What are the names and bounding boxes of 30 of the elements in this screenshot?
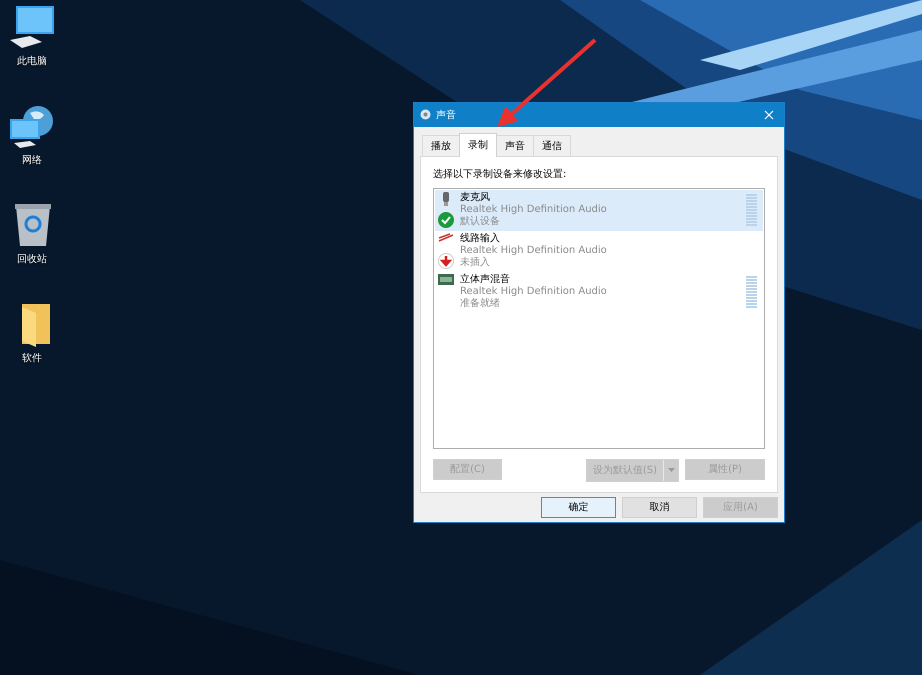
- device-driver: Realtek High Definition Audio: [460, 286, 608, 298]
- device-name: 线路输入: [460, 233, 501, 245]
- device-status: 未插入: [460, 257, 491, 270]
- device-name: 立体声混音: [460, 274, 511, 286]
- dialog-button[interactable]: 取消: [622, 496, 697, 518]
- device-status: 准备就绪: [460, 298, 501, 310]
- desktop-icon-label: 回收站: [17, 252, 47, 266]
- microphone-icon: [442, 192, 450, 206]
- speaker-icon: [420, 109, 431, 120]
- device-row[interactable]: 麦克风 Realtek High Definition Audio 默认设备: [435, 190, 763, 231]
- computer-icon[interactable]: [8, 4, 56, 50]
- dialog-button[interactable]: 确定: [541, 496, 616, 518]
- window-title: 声音: [436, 108, 457, 122]
- desktop-icon-label: 软件: [22, 352, 42, 365]
- device-driver: Realtek High Definition Audio: [460, 245, 608, 256]
- tab[interactable]: 通信: [533, 134, 571, 156]
- device-status: 默认设备: [460, 216, 501, 228]
- cable-icon: [438, 233, 454, 244]
- desktop-icon-label: 此电脑: [17, 54, 47, 68]
- tab[interactable]: 录制: [459, 132, 497, 157]
- device-driver: Realtek High Definition Audio: [460, 204, 608, 216]
- device-name: 麦克风: [460, 192, 491, 204]
- desktop-icon-label: 网络: [22, 154, 42, 167]
- tab[interactable]: 播放: [422, 134, 460, 156]
- sound-card-icon: [438, 274, 454, 286]
- close-icon[interactable]: [764, 110, 774, 120]
- instruction-text: 选择以下录制设备来修改设置:: [433, 168, 568, 181]
- device-row[interactable]: 线路输入 Realtek High Definition Audio 未插入: [435, 230, 763, 272]
- network-icon[interactable]: [8, 103, 56, 149]
- device-row[interactable]: 立体声混音 Realtek High Definition Audio 准备就绪: [435, 272, 763, 313]
